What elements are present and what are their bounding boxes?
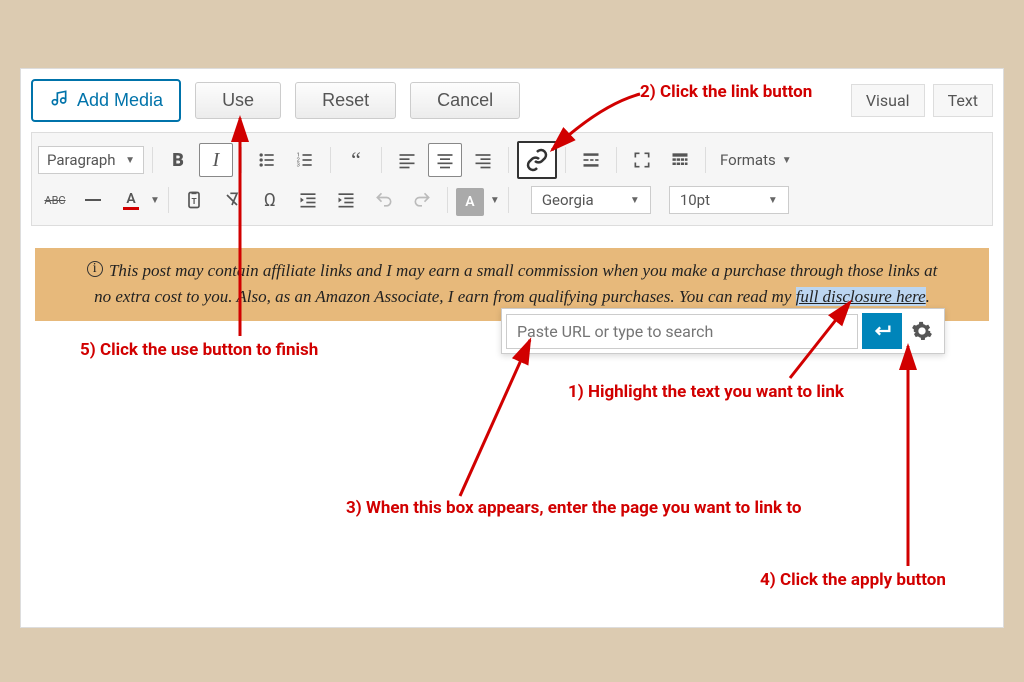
undo-button[interactable] — [367, 183, 401, 217]
editor-mode-tabs: Visual Text — [851, 84, 993, 117]
use-button[interactable]: Use — [195, 82, 281, 119]
chevron-down-icon: ▼ — [630, 195, 640, 206]
align-left-button[interactable] — [390, 143, 424, 177]
info-icon: i — [87, 261, 103, 277]
separator — [705, 147, 706, 173]
read-more-button[interactable] — [574, 143, 608, 177]
chevron-down-icon: ▼ — [768, 195, 778, 206]
disclosure-text-1: This post may contain affiliate links an… — [105, 261, 938, 280]
toolbar-row-2: ABC A ▼ T Ω — [38, 181, 986, 219]
separator — [508, 147, 509, 173]
annotation-3: 3) When this box appears, enter the page… — [346, 498, 801, 518]
redo-button[interactable] — [405, 183, 439, 217]
chevron-down-icon: ▼ — [125, 155, 135, 166]
separator — [168, 187, 169, 213]
text-color-button[interactable]: A — [114, 183, 148, 217]
separator — [152, 147, 153, 173]
clear-formatting-button[interactable] — [215, 183, 249, 217]
toolbar-toggle-button[interactable] — [663, 143, 697, 177]
disclosure-period: . — [926, 287, 930, 306]
editor-content-area[interactable]: i This post may contain affiliate links … — [21, 226, 1003, 343]
italic-button[interactable]: I — [199, 143, 233, 177]
annotation-5: 5) Click the use button to finish — [80, 340, 318, 360]
separator — [616, 147, 617, 173]
separator — [381, 147, 382, 173]
toolbar-row-1: Paragraph ▼ B I 123 “ — [38, 139, 986, 181]
chevron-down-icon: ▼ — [782, 155, 792, 166]
apply-link-button[interactable] — [862, 313, 902, 349]
indent-button[interactable] — [329, 183, 363, 217]
annotation-2: 2) Click the link button — [640, 82, 812, 102]
svg-text:3: 3 — [297, 163, 300, 169]
link-popup — [501, 308, 945, 354]
outdent-button[interactable] — [291, 183, 325, 217]
reset-button[interactable]: Reset — [295, 82, 396, 119]
link-settings-button[interactable] — [904, 313, 940, 349]
disclosure-text-2: no extra cost to you. Also, as an Amazon… — [94, 287, 796, 306]
selected-link-text[interactable]: full disclosure here — [796, 287, 926, 306]
add-media-button[interactable]: Add Media — [31, 79, 181, 122]
separator — [330, 147, 331, 173]
font-size-label: 10pt — [680, 191, 710, 209]
enter-arrow-icon — [871, 320, 893, 342]
separator — [508, 187, 509, 213]
font-family-select[interactable]: Georgia ▼ — [531, 186, 651, 214]
bullet-list-button[interactable] — [250, 143, 284, 177]
chevron-down-icon[interactable]: ▼ — [150, 195, 160, 206]
paragraph-select[interactable]: Paragraph ▼ — [38, 146, 144, 174]
gear-icon — [911, 320, 933, 342]
paste-text-button[interactable]: T — [177, 183, 211, 217]
horizontal-rule-button[interactable] — [76, 183, 110, 217]
music-note-icon — [49, 88, 69, 113]
top-row: Add Media Use Reset Cancel Visual Text — [21, 69, 1003, 128]
link-button[interactable] — [517, 141, 557, 179]
paragraph-select-label: Paragraph — [47, 151, 116, 169]
font-size-select[interactable]: 10pt ▼ — [669, 186, 789, 214]
formats-label: Formats — [720, 151, 776, 169]
numbered-list-button[interactable]: 123 — [288, 143, 322, 177]
strikethrough-button[interactable]: ABC — [38, 183, 72, 217]
font-family-label: Georgia — [542, 191, 594, 209]
separator — [241, 147, 242, 173]
chevron-down-icon[interactable]: ▼ — [490, 195, 500, 206]
special-character-button[interactable]: Ω — [253, 183, 287, 217]
bold-button[interactable]: B — [161, 143, 195, 177]
tab-visual[interactable]: Visual — [851, 84, 925, 117]
background-color-button[interactable]: A — [456, 188, 484, 216]
formats-dropdown[interactable]: Formats ▼ — [714, 147, 798, 173]
svg-text:T: T — [191, 197, 196, 207]
link-url-input[interactable] — [506, 314, 858, 349]
annotation-1: 1) Highlight the text you want to link — [568, 382, 844, 402]
separator — [447, 187, 448, 213]
tab-text[interactable]: Text — [933, 84, 993, 117]
cancel-button[interactable]: Cancel — [410, 82, 520, 119]
annotation-4: 4) Click the apply button — [760, 570, 946, 590]
align-right-button[interactable] — [466, 143, 500, 177]
separator — [565, 147, 566, 173]
fullscreen-button[interactable] — [625, 143, 659, 177]
add-media-label: Add Media — [77, 90, 163, 111]
blockquote-button[interactable]: “ — [339, 143, 373, 177]
align-center-button[interactable] — [428, 143, 462, 177]
toolbar: Paragraph ▼ B I 123 “ — [31, 132, 993, 226]
